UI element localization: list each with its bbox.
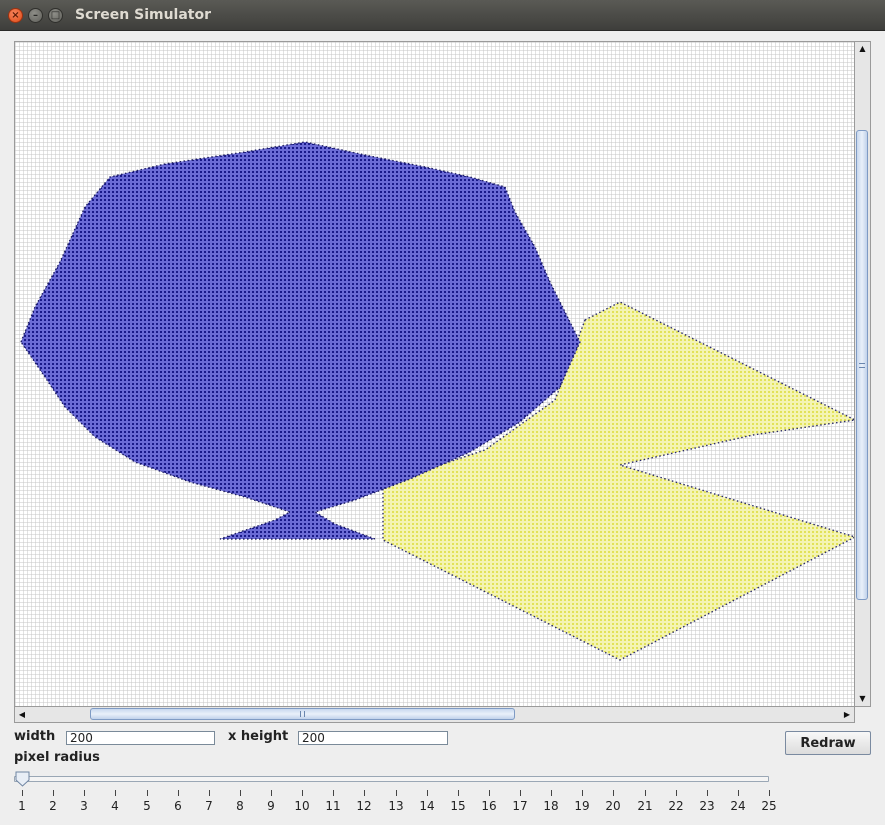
slider-tick (209, 790, 210, 796)
slider-tick (676, 790, 677, 796)
slider-tick-label: 4 (111, 799, 119, 813)
slider-tick-label: 15 (450, 799, 466, 813)
vertical-scrollbar[interactable]: ▲ ▼ (855, 41, 871, 707)
slider-tick (645, 790, 646, 796)
title-bar: × – □ Screen Simulator (0, 0, 885, 31)
maximize-icon[interactable]: □ (48, 8, 63, 23)
slider-tick (240, 790, 241, 796)
window-title: Screen Simulator (75, 7, 212, 23)
slider-tick-label: 1 (18, 799, 26, 813)
slider-tick-label: 22 (668, 799, 684, 813)
height-label: x height (228, 729, 289, 744)
slider-tick-label: 8 (236, 799, 244, 813)
grip-icon (300, 711, 305, 717)
slider-tick-label: 10 (294, 799, 310, 813)
scroll-up-icon[interactable]: ▲ (855, 42, 870, 56)
slider-tick-label: 12 (356, 799, 372, 813)
slider-tick-label: 21 (637, 799, 653, 813)
close-icon[interactable]: × (8, 8, 23, 23)
slider-tick (582, 790, 583, 796)
vertical-scroll-thumb[interactable] (856, 130, 868, 600)
slider-tick (271, 790, 272, 796)
slider-tick (22, 790, 23, 796)
slider-tick-label: 18 (543, 799, 559, 813)
width-field[interactable] (66, 731, 215, 745)
slider-tick (427, 790, 428, 796)
slider-tick-label: 24 (730, 799, 746, 813)
horizontal-scrollbar[interactable]: ◀ ▶ (14, 707, 855, 723)
slider-thumb-icon[interactable] (15, 771, 31, 788)
scroll-down-icon[interactable]: ▼ (855, 692, 870, 706)
slider-tick (769, 790, 770, 796)
width-label: width (14, 729, 56, 744)
slider-tick-label: 23 (699, 799, 715, 813)
scroll-left-icon[interactable]: ◀ (15, 707, 29, 722)
slider-tick (178, 790, 179, 796)
slider-tick (302, 790, 303, 796)
slider-tick-label: 19 (574, 799, 590, 813)
grip-icon (859, 363, 865, 368)
slider-tick (333, 790, 334, 796)
slider-tick (707, 790, 708, 796)
slider-tick-label: 17 (512, 799, 528, 813)
height-field[interactable] (298, 731, 448, 745)
screen-canvas[interactable] (14, 41, 855, 707)
scroll-right-icon[interactable]: ▶ (840, 707, 854, 722)
slider-tick (53, 790, 54, 796)
scroll-corner (855, 707, 871, 723)
slider-tick (396, 790, 397, 796)
slider-tick (84, 790, 85, 796)
slider-tick-label: 16 (481, 799, 497, 813)
redraw-button[interactable]: Redraw (785, 731, 871, 755)
slider-tick-label: 14 (419, 799, 435, 813)
slider-tick-label: 11 (325, 799, 341, 813)
slider-tick-label: 2 (49, 799, 57, 813)
horizontal-scroll-thumb[interactable] (90, 708, 515, 720)
slider-tick (520, 790, 521, 796)
slider-tick-label: 25 (761, 799, 777, 813)
slider-tick-label: 20 (605, 799, 621, 813)
slider-tick-label: 3 (80, 799, 88, 813)
slider-tick-label: 7 (205, 799, 213, 813)
slider-tick (364, 790, 365, 796)
minimize-icon[interactable]: – (28, 8, 43, 23)
slider-tick (613, 790, 614, 796)
slider-tick-label: 13 (388, 799, 404, 813)
slider-tick-label: 5 (143, 799, 151, 813)
slider-tick (147, 790, 148, 796)
slider-tick (489, 790, 490, 796)
slider-tick (738, 790, 739, 796)
pixel-radius-label: pixel radius (14, 750, 100, 765)
slider-tick-label: 9 (267, 799, 275, 813)
slider-tick (551, 790, 552, 796)
slider-tick-label: 6 (174, 799, 182, 813)
pixel-radius-slider[interactable] (14, 776, 769, 782)
slider-tick (115, 790, 116, 796)
pixel-grid (15, 42, 854, 706)
slider-tick (458, 790, 459, 796)
